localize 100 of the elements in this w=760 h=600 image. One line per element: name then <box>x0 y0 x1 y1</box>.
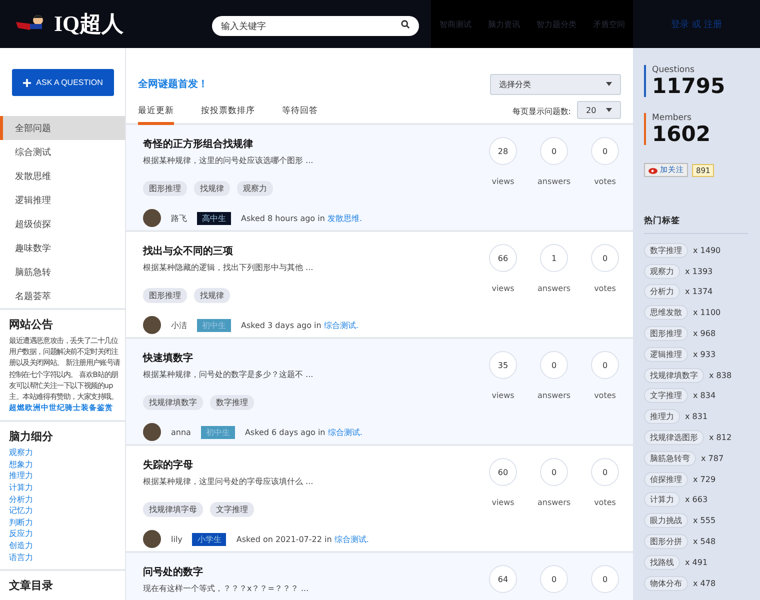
tag[interactable]: 思维发散 <box>644 305 688 320</box>
category-link[interactable]: 综合测试. <box>334 534 369 544</box>
tag-count: x 968 <box>693 329 716 338</box>
tag[interactable]: 找规律填数字 <box>644 368 704 383</box>
category-item[interactable]: 趣味数学 <box>0 236 125 260</box>
category-item[interactable]: 逻辑推理 <box>0 188 125 212</box>
tag[interactable]: 逻辑推理 <box>644 346 688 362</box>
ability-link[interactable]: 想象力 <box>9 458 33 470</box>
tag[interactable]: 图形推理 <box>644 326 688 342</box>
tag[interactable]: 计算力 <box>644 492 680 508</box>
per-page-label: 每页显示问题数: <box>512 106 571 118</box>
user-name[interactable]: 路飞 <box>171 212 187 224</box>
stat-label: votes <box>594 177 616 186</box>
tag[interactable]: 推理力 <box>644 409 680 424</box>
avatar <box>143 530 161 548</box>
tag[interactable]: 图形推理 <box>143 288 187 303</box>
ask-question-button[interactable]: ASK A QUESTION <box>12 69 114 96</box>
stat-name: Questions <box>652 65 696 75</box>
category-item[interactable]: 发散思维 <box>0 164 125 188</box>
tag[interactable]: 数字推理 <box>644 242 688 258</box>
stat-count: 0 <box>591 458 619 486</box>
tag[interactable]: 找规律 <box>194 288 230 303</box>
category-link[interactable]: 综合测试. <box>324 320 358 330</box>
stat-label: answers <box>537 391 571 400</box>
stat-name: Members <box>652 113 692 123</box>
tag[interactable]: 图形推理 <box>143 181 187 196</box>
tag[interactable]: 找规律填数字 <box>143 395 203 410</box>
tag[interactable]: 图形分拼 <box>644 534 688 550</box>
user-name[interactable]: lily <box>171 534 182 544</box>
ability-link[interactable]: 分析力 <box>9 494 33 506</box>
stat-label: votes <box>594 391 616 400</box>
tag[interactable]: 找路线 <box>644 554 680 570</box>
tag[interactable]: 眼力挑战 <box>644 513 688 528</box>
question-excerpt: 根据某种隐藏的逻辑，找出下列图形中与其他 ... <box>143 262 314 273</box>
stat-count: 66 <box>489 244 517 272</box>
stat-count: 0 <box>540 351 568 379</box>
ability-link[interactable]: 计算力 <box>9 482 33 494</box>
ability-link[interactable]: 推理力 <box>9 470 33 482</box>
plus-icon <box>23 78 32 86</box>
user-name[interactable]: anna <box>171 428 191 436</box>
sort-tab[interactable]: 按投票数排序 <box>201 105 255 125</box>
category-item[interactable]: 综合测试 <box>0 140 125 164</box>
ability-link[interactable]: 记忆力 <box>9 505 33 517</box>
ability-link[interactable]: 判断力 <box>9 516 33 528</box>
stat-value: 1602 <box>652 123 712 145</box>
category-link[interactable]: 发散思维. <box>327 212 362 224</box>
per-page-select[interactable]: 20 <box>577 101 621 119</box>
tag-count: x 1100 <box>693 308 721 318</box>
category-item[interactable]: 脑筋急转 <box>0 260 125 284</box>
tag-count: x 491 <box>685 558 708 567</box>
tag[interactable]: 物体分布 <box>644 576 688 591</box>
sort-tab[interactable]: 等待回答 <box>282 105 318 125</box>
tag[interactable]: 文字推理 <box>644 388 688 404</box>
tag-count: x 729 <box>693 474 716 484</box>
tag[interactable]: 观察力 <box>237 181 273 196</box>
grade-badge: 初中生 <box>197 318 231 332</box>
question-excerpt: 根据某种规律，这里问号处的字母应该填什么 ... <box>143 476 314 487</box>
question-title[interactable]: 找出与众不同的三项 <box>143 244 489 258</box>
ability-link[interactable]: 反应力 <box>9 528 33 540</box>
avatar <box>143 423 161 441</box>
question-title[interactable]: 失踪的字母 <box>143 458 489 472</box>
category-item[interactable]: 名题荟萃 <box>0 284 125 308</box>
site-logo[interactable]: IQ超人 <box>54 9 124 39</box>
category-item[interactable]: 超级侦探 <box>0 212 125 236</box>
stat-count: 0 <box>591 244 619 272</box>
ability-link[interactable]: 观察力 <box>9 447 33 459</box>
tag[interactable]: 分析力 <box>644 284 680 300</box>
stat-count: 0 <box>540 565 568 593</box>
category-item[interactable]: 全部问题 <box>0 116 125 140</box>
question-title[interactable]: 问号处的数字 <box>143 565 489 579</box>
grade-badge: 初中生 <box>200 426 235 438</box>
ability-link[interactable]: 语言力 <box>9 552 33 564</box>
grade-badge: 小学生 <box>192 532 226 546</box>
tag-count: x 838 <box>709 370 732 380</box>
stat-count: 1 <box>540 244 568 272</box>
stat-label: views <box>492 391 514 400</box>
tag-count: x 831 <box>685 412 708 422</box>
category-select[interactable]: 选择分类 <box>490 74 621 94</box>
stat-count: 0 <box>591 137 619 165</box>
question-title[interactable]: 奇怪的正方形组合找规律 <box>143 137 489 151</box>
stat-label: views <box>492 284 514 293</box>
tag[interactable]: 观察力 <box>644 264 680 279</box>
tag[interactable]: 文字推理 <box>210 502 254 517</box>
tag[interactable]: 数字推理 <box>210 395 254 410</box>
tag[interactable]: 找规律选图形 <box>644 430 704 446</box>
question-title[interactable]: 快速填数字 <box>143 351 489 365</box>
tag-count: x 787 <box>701 454 724 463</box>
search-icon[interactable] <box>401 20 410 28</box>
tag[interactable]: 找规律 <box>194 181 230 196</box>
ability-link[interactable]: 创造力 <box>9 540 33 552</box>
search-field[interactable]: 输入关键字 <box>212 16 419 36</box>
tag[interactable]: 侦探推理 <box>644 472 688 487</box>
stat-label: answers <box>537 284 571 293</box>
user-name[interactable]: 小洁 <box>171 320 187 330</box>
stat-count: 35 <box>489 351 517 379</box>
category-link[interactable]: 综合测试. <box>328 426 362 438</box>
tag[interactable]: 脑筋急转弯 <box>644 450 696 466</box>
stat-label: answers <box>537 498 571 507</box>
tag-count: x 663 <box>685 495 708 504</box>
tag[interactable]: 找规律填字母 <box>143 502 203 517</box>
